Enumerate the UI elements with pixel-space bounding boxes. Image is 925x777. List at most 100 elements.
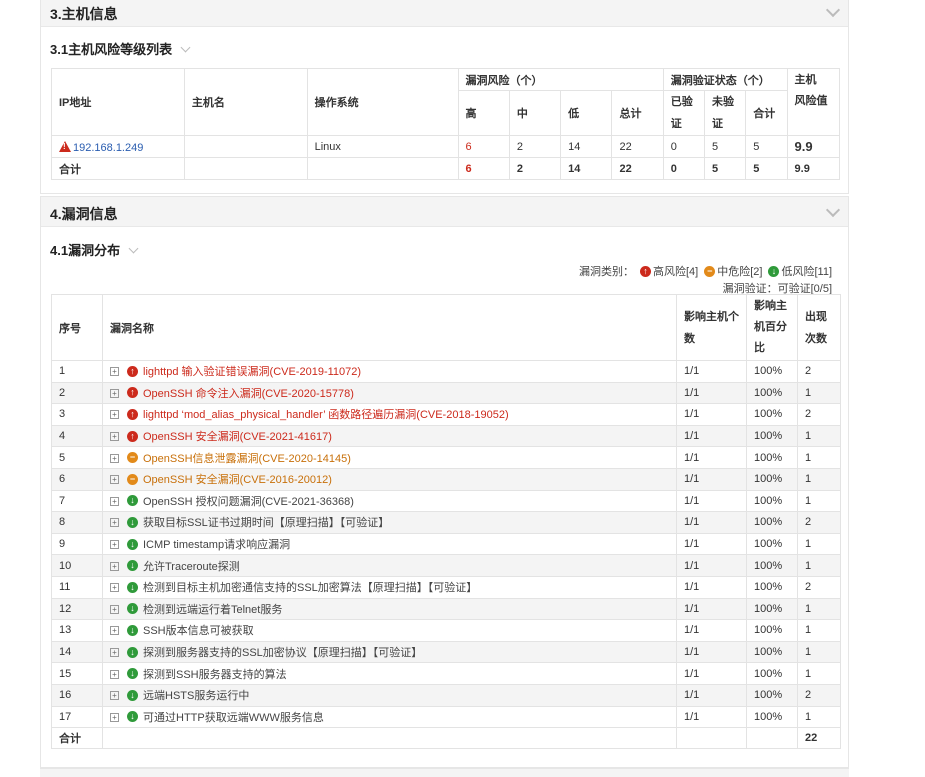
vuln-name-cell[interactable]: + ↓ 探测到SSH服务器支持的算法 [102, 662, 677, 685]
vuln-row[interactable]: 17 + ↓ 可通过HTTP获取远端WWW服务信息 1/1 100% 1 [51, 705, 841, 729]
vuln-name[interactable]: 检测到远端运行着Telnet服务 [143, 604, 282, 616]
low-risk-icon: ↓ [127, 668, 138, 680]
vuln-name[interactable]: 获取目标SSL证书过期时间【原理扫描】【可验证】 [143, 517, 389, 529]
vuln-name-cell[interactable]: + ↓ SSH版本信息可被获取 [102, 619, 677, 642]
mid-risk-icon: − [127, 452, 138, 464]
vuln-name[interactable]: 检测到目标主机加密通信支持的SSL加密算法【原理扫描】【可验证】 [143, 582, 477, 594]
expand-plus-icon[interactable]: + [110, 604, 119, 614]
col-occurrences-a: 出现 [805, 310, 827, 323]
expand-plus-icon[interactable]: + [110, 540, 119, 550]
vuln-name-cell[interactable]: + ↓ ICMP timestamp请求响应漏洞 [102, 532, 677, 556]
vuln-row[interactable]: 1 + ↑ lighttpd 输入验证错误漏洞(CVE-2019-11072) 1/1 1… [51, 360, 841, 383]
vuln-row[interactable]: 9 + ↓ ICMP timestamp请求响应漏洞 1/1 100% 1 [51, 532, 841, 556]
expand-plus-icon[interactable]: + [110, 410, 119, 420]
expand-plus-icon[interactable]: + [110, 583, 119, 593]
vuln-name[interactable]: 探测到SSH服务器支持的算法 [143, 669, 287, 681]
col-affected-pct-b: 机百分 [754, 321, 787, 333]
chevron-down-icon[interactable] [825, 202, 841, 218]
host-risk-subtitle[interactable]: 3.1主机风险等级列表 [50, 39, 191, 58]
expand-plus-icon[interactable]: + [110, 475, 119, 485]
vuln-row[interactable]: 13 + ↓ SSH版本信息可被获取 1/1 100% 1 [51, 619, 841, 642]
expand-plus-icon[interactable]: + [110, 388, 119, 398]
col-unverified-b: 证 [712, 118, 724, 130]
col-host-risk-b: 风险值 [794, 95, 828, 107]
vuln-name-cell[interactable]: + ↓ 获取目标SSL证书过期时间【原理扫描】【可验证】 [102, 511, 677, 534]
vuln-index: 13 [51, 619, 103, 642]
expand-plus-icon[interactable]: + [110, 626, 119, 636]
legend-mid: 中危险[2] [717, 266, 763, 278]
expand-plus-icon[interactable]: + [110, 669, 119, 679]
host-risk-subtitle-text: 3.1主机风险等级列表 [50, 42, 173, 57]
vuln-name-cell[interactable]: + − OpenSSH 安全漏洞(CVE-2016-20012) [102, 467, 677, 491]
vuln-name-cell[interactable]: + ↑ lighttpd ‘mod_alias_physical_handler’ … [102, 403, 677, 426]
vuln-name[interactable]: OpenSSH信息泄露漏洞(CVE-2020-14145) [143, 453, 351, 465]
vuln-name-cell[interactable]: + ↓ 远端HSTS服务运行中 [102, 683, 677, 707]
vuln-row[interactable]: 4 + ↑ OpenSSH 安全漏洞(CVE-2021-41617) 1/1 100% 1 [51, 424, 841, 448]
vuln-pct: 100% [746, 575, 798, 599]
expand-plus-icon[interactable]: + [110, 496, 119, 506]
host-ip-cell[interactable]: 192.168.1.249 [51, 135, 185, 158]
vuln-name-cell[interactable]: + ↓ OpenSSH 授权问题漏洞(CVE-2021-36368) [102, 489, 677, 513]
host-ip-link[interactable]: 192.168.1.249 [73, 142, 143, 154]
vuln-name-cell[interactable]: + ↑ OpenSSH 命令注入漏洞(CVE-2020-15778) [102, 381, 677, 405]
chevron-down-icon[interactable] [128, 243, 139, 254]
vuln-info-panel: 4.漏洞信息 4.1漏洞分布 漏洞类别： ↑ 高风险[4] − 中危险[2] ↓ 低风险[1… [40, 196, 849, 768]
vuln-name[interactable]: SSH版本信息可被获取 [143, 625, 254, 637]
vuln-name-cell[interactable]: + ↑ lighttpd 输入验证错误漏洞(CVE-2019-11072) [102, 360, 677, 383]
vuln-pct: 100% [746, 554, 798, 577]
col-total: 总计 [611, 90, 664, 136]
vuln-row[interactable]: 11 + ↓ 检测到目标主机加密通信支持的SSL加密算法【原理扫描】【可验证】 1/1 1… [51, 575, 841, 599]
vuln-name-cell[interactable]: + ↓ 允许Traceroute探测 [102, 554, 677, 577]
vuln-name-cell[interactable]: + ↓ 检测到目标主机加密通信支持的SSL加密算法【原理扫描】【可验证】 [102, 575, 677, 599]
legend-high: 高风险[4] [653, 266, 699, 278]
vuln-name[interactable]: ICMP timestamp请求响应漏洞 [143, 539, 290, 551]
expand-plus-icon[interactable]: + [110, 453, 119, 463]
vuln-pct: 100% [746, 532, 798, 556]
expand-plus-icon[interactable]: + [110, 367, 119, 377]
vuln-row[interactable]: 7 + ↓ OpenSSH 授权问题漏洞(CVE-2021-36368) 1/1 100%… [51, 489, 841, 513]
vuln-dist-subtitle[interactable]: 4.1漏洞分布 [50, 240, 139, 259]
host-info-header[interactable]: 3.主机信息 [41, 0, 848, 27]
vuln-count: 1 [797, 467, 841, 491]
vuln-row[interactable]: 3 + ↑ lighttpd ‘mod_alias_physical_handler’… [51, 403, 841, 426]
expand-plus-icon[interactable]: + [110, 432, 119, 442]
vuln-row[interactable]: 12 + ↓ 检测到远端运行着Telnet服务 1/1 100% 1 [51, 597, 841, 621]
vuln-name-cell[interactable]: + ↓ 检测到远端运行着Telnet服务 [102, 597, 677, 621]
vuln-row[interactable]: 5 + − OpenSSH信息泄露漏洞(CVE-2020-14145) 1/1 100% 1 [51, 446, 841, 469]
vuln-row[interactable]: 2 + ↑ OpenSSH 命令注入漏洞(CVE-2020-15778) 1/1 100%… [51, 381, 841, 405]
expand-plus-icon[interactable]: + [110, 712, 119, 722]
vuln-row[interactable]: 15 + ↓ 探测到SSH服务器支持的算法 1/1 100% 1 [51, 662, 841, 685]
vuln-name[interactable]: 可通过HTTP获取远端WWW服务信息 [143, 712, 324, 724]
expand-plus-icon[interactable]: + [110, 648, 119, 658]
high-risk-icon: ↑ [640, 265, 651, 277]
vuln-row[interactable]: 14 + ↓ 探测到服务器支持的SSL加密协议【原理扫描】【可验证】 1/1 100% 1 [51, 640, 841, 664]
warning-icon [59, 140, 71, 152]
vuln-count: 1 [797, 640, 841, 664]
low-risk-icon: ↓ [127, 689, 138, 701]
expand-plus-icon[interactable]: + [110, 691, 119, 701]
vuln-name[interactable]: OpenSSH 授权问题漏洞(CVE-2021-36368) [143, 496, 354, 508]
vuln-info-header[interactable]: 4.漏洞信息 [41, 197, 848, 227]
vuln-name[interactable]: 远端HSTS服务运行中 [143, 690, 249, 702]
vuln-name-cell[interactable]: + ↑ OpenSSH 安全漏洞(CVE-2021-41617) [102, 424, 677, 448]
vuln-name-cell[interactable]: + − OpenSSH信息泄露漏洞(CVE-2020-14145) [102, 446, 677, 469]
vuln-name[interactable]: 探测到服务器支持的SSL加密协议【原理扫描】【可验证】 [143, 647, 422, 659]
vuln-row[interactable]: 6 + − OpenSSH 安全漏洞(CVE-2016-20012) 1/1 100% 1 [51, 467, 841, 491]
chevron-down-icon[interactable] [825, 2, 841, 18]
vuln-row[interactable]: 8 + ↓ 获取目标SSL证书过期时间【原理扫描】【可验证】 1/1 100% 2 [51, 511, 841, 534]
vuln-name[interactable]: lighttpd 输入验证错误漏洞(CVE-2019-11072) [143, 366, 361, 378]
vuln-pct: 100% [746, 619, 798, 642]
expand-plus-icon[interactable]: + [110, 561, 119, 571]
chevron-down-icon[interactable] [180, 42, 191, 53]
vuln-name[interactable]: OpenSSH 安全漏洞(CVE-2016-20012) [143, 474, 332, 486]
vuln-name-cell[interactable]: + ↓ 探测到服务器支持的SSL加密协议【原理扫描】【可验证】 [102, 640, 677, 664]
vuln-name[interactable]: OpenSSH 安全漏洞(CVE-2021-41617) [143, 431, 332, 443]
vuln-name[interactable]: 允许Traceroute探测 [143, 561, 240, 573]
vuln-name[interactable]: OpenSSH 命令注入漏洞(CVE-2020-15778) [143, 388, 354, 400]
col-affected-hosts-a: 影响主机个 [684, 310, 739, 323]
vuln-row[interactable]: 16 + ↓ 远端HSTS服务运行中 1/1 100% 2 [51, 683, 841, 707]
vuln-name[interactable]: lighttpd ‘mod_alias_physical_handler’ 函数… [143, 409, 509, 421]
vuln-name-cell[interactable]: + ↓ 可通过HTTP获取远端WWW服务信息 [102, 705, 677, 729]
expand-plus-icon[interactable]: + [110, 518, 119, 528]
vuln-row[interactable]: 10 + ↓ 允许Traceroute探测 1/1 100% 1 [51, 554, 841, 577]
